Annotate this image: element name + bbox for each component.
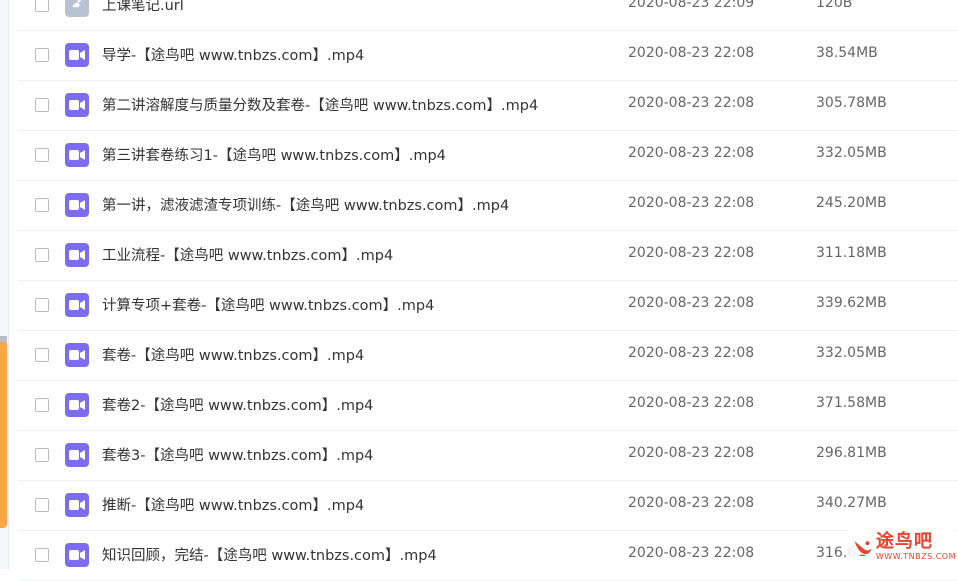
video-file-icon <box>65 193 89 217</box>
row-checkbox[interactable] <box>35 548 49 562</box>
file-name[interactable]: 套卷3-【途鸟吧 www.tnbzs.com】.mp4 <box>102 444 373 465</box>
file-size: 339.62MB <box>816 295 887 311</box>
file-name[interactable]: 推断-【途鸟吧 www.tnbzs.com】.mp4 <box>102 494 364 515</box>
file-row[interactable]: 套卷3-【途鸟吧 www.tnbzs.com】.mp4 2020-08-23 2… <box>18 431 958 481</box>
file-name[interactable]: 计算专项+套卷-【途鸟吧 www.tnbzs.com】.mp4 <box>102 294 434 315</box>
file-size: 245.20MB <box>816 195 887 211</box>
file-date: 2020-08-23 22:08 <box>628 395 755 411</box>
link-file-icon <box>65 0 89 17</box>
video-file-icon <box>65 543 89 567</box>
file-date: 2020-08-23 22:09 <box>628 0 755 11</box>
file-name[interactable]: 知识回顾，完结-【途鸟吧 www.tnbzs.com】.mp4 <box>102 544 437 565</box>
video-file-icon <box>65 293 89 317</box>
file-date: 2020-08-23 22:08 <box>628 495 755 511</box>
orange-sidebar-accent <box>0 342 7 528</box>
row-checkbox[interactable] <box>35 48 49 62</box>
watermark: 途鸟吧 WWW.TNBZS.COM <box>848 527 956 567</box>
file-size: 38.54MB <box>816 45 878 61</box>
file-name[interactable]: 导学-【途鸟吧 www.tnbzs.com】.mp4 <box>102 44 364 65</box>
file-name[interactable]: 第一讲，滤液滤渣专项训练-【途鸟吧 www.tnbzs.com】.mp4 <box>102 194 509 215</box>
file-row[interactable]: 导学-【途鸟吧 www.tnbzs.com】.mp4 2020-08-23 22… <box>18 31 958 81</box>
file-name[interactable]: 第二讲溶解度与质量分数及套卷-【途鸟吧 www.tnbzs.com】.mp4 <box>102 94 538 115</box>
file-row[interactable]: 套卷-【途鸟吧 www.tnbzs.com】.mp4 2020-08-23 22… <box>18 331 958 381</box>
video-file-icon <box>65 493 89 517</box>
file-row[interactable]: 计算专项+套卷-【途鸟吧 www.tnbzs.com】.mp4 2020-08-… <box>18 281 958 331</box>
file-size: 305.78MB <box>816 95 887 111</box>
row-checkbox[interactable] <box>35 498 49 512</box>
file-date: 2020-08-23 22:08 <box>628 445 755 461</box>
file-row[interactable]: 知识回顾，完结-【途鸟吧 www.tnbzs.com】.mp4 2020-08-… <box>18 531 958 581</box>
file-row[interactable]: 第三讲套卷练习1-【途鸟吧 www.tnbzs.com】.mp4 2020-08… <box>18 131 958 181</box>
file-size: 371.58MB <box>816 395 887 411</box>
watermark-title: 途鸟吧 <box>875 531 933 552</box>
row-checkbox[interactable] <box>35 298 49 312</box>
file-date: 2020-08-23 22:08 <box>628 145 755 161</box>
row-checkbox[interactable] <box>35 348 49 362</box>
file-name[interactable]: 套卷2-【途鸟吧 www.tnbzs.com】.mp4 <box>102 394 373 415</box>
row-checkbox[interactable] <box>35 198 49 212</box>
row-checkbox[interactable] <box>35 98 49 112</box>
file-row[interactable]: 第二讲溶解度与质量分数及套卷-【途鸟吧 www.tnbzs.com】.mp4 2… <box>18 81 958 131</box>
file-size: 311.18MB <box>816 245 887 261</box>
file-row[interactable]: 工业流程-【途鸟吧 www.tnbzs.com】.mp4 2020-08-23 … <box>18 231 958 281</box>
video-file-icon <box>65 443 89 467</box>
video-file-icon <box>65 143 89 167</box>
file-date: 2020-08-23 22:08 <box>628 95 755 111</box>
file-date: 2020-08-23 22:08 <box>628 195 755 211</box>
file-row[interactable]: 第一讲，滤液滤渣专项训练-【途鸟吧 www.tnbzs.com】.mp4 202… <box>18 181 958 231</box>
file-date: 2020-08-23 22:08 <box>628 345 755 361</box>
file-size: 296.81MB <box>816 445 887 461</box>
file-size: 340.27MB <box>816 495 887 511</box>
file-row[interactable]: 套卷2-【途鸟吧 www.tnbzs.com】.mp4 2020-08-23 2… <box>18 381 958 431</box>
file-name[interactable]: 工业流程-【途鸟吧 www.tnbzs.com】.mp4 <box>102 244 393 265</box>
row-checkbox[interactable] <box>35 248 49 262</box>
left-panel-edge <box>0 0 9 569</box>
file-list: 上课笔记.url 2020-08-23 22:09 120B 导学-【途鸟吧 w… <box>18 0 958 581</box>
file-row[interactable]: 上课笔记.url 2020-08-23 22:09 120B <box>18 0 958 31</box>
row-checkbox[interactable] <box>35 0 49 12</box>
row-checkbox[interactable] <box>35 448 49 462</box>
video-file-icon <box>65 93 89 117</box>
row-checkbox[interactable] <box>35 398 49 412</box>
bird-logo-icon <box>854 541 872 557</box>
watermark-url: WWW.TNBZS.COM <box>875 552 956 561</box>
file-row[interactable]: 推断-【途鸟吧 www.tnbzs.com】.mp4 2020-08-23 22… <box>18 481 958 531</box>
file-date: 2020-08-23 22:08 <box>628 45 755 61</box>
file-size: 332.05MB <box>816 145 887 161</box>
file-name[interactable]: 上课笔记.url <box>102 0 184 15</box>
file-name[interactable]: 第三讲套卷练习1-【途鸟吧 www.tnbzs.com】.mp4 <box>102 144 446 165</box>
file-size: 332.05MB <box>816 345 887 361</box>
file-date: 2020-08-23 22:08 <box>628 295 755 311</box>
file-name[interactable]: 套卷-【途鸟吧 www.tnbzs.com】.mp4 <box>102 344 364 365</box>
video-file-icon <box>65 43 89 67</box>
video-file-icon <box>65 343 89 367</box>
file-size: 120B <box>816 0 853 11</box>
row-checkbox[interactable] <box>35 148 49 162</box>
video-file-icon <box>65 243 89 267</box>
video-file-icon <box>65 393 89 417</box>
file-date: 2020-08-23 22:08 <box>628 545 755 561</box>
file-date: 2020-08-23 22:08 <box>628 245 755 261</box>
